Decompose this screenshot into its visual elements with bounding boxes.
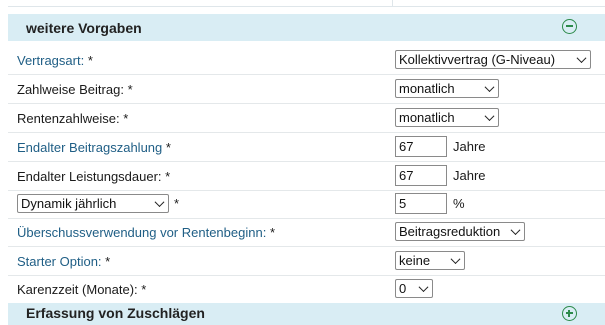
endalter-beitragszahlung-input[interactable]: 67 xyxy=(395,136,447,157)
label-vertragsart: Vertragsart: * xyxy=(17,53,93,68)
label-starter-option: Starter Option: * xyxy=(17,254,111,269)
label-rentenzahlweise: Rentenzahlweise: * xyxy=(17,111,129,126)
chevron-down-icon xyxy=(510,225,521,236)
unit-jahre: Jahre xyxy=(453,139,486,154)
chevron-down-icon xyxy=(576,53,587,64)
chevron-down-icon xyxy=(484,111,495,122)
row-rentenzahlweise: Rentenzahlweise: * monatlich xyxy=(8,104,605,133)
unit-percent: % xyxy=(453,196,465,211)
label-karenzzeit: Karenzzeit (Monate): * xyxy=(17,282,147,297)
dynamik-select[interactable]: Dynamik jährlich xyxy=(17,194,169,213)
ueberschussverwendung-select[interactable]: Beitragsreduktion xyxy=(395,222,525,241)
label-endalter-leistungsdauer: Endalter Leistungsdauer: * xyxy=(17,169,171,184)
section-header-erfassung-von-zuschlaegen[interactable]: Erfassung von Zuschlägen xyxy=(8,303,605,325)
collapse-minus-icon[interactable] xyxy=(562,19,577,34)
row-ueberschussverwendung: Überschussverwendung vor Rentenbeginn: *… xyxy=(8,218,605,247)
unit-jahre: Jahre xyxy=(453,168,486,183)
chevron-down-icon xyxy=(418,282,429,293)
rentenzahlweise-select[interactable]: monatlich xyxy=(395,108,499,127)
row-endalter-leistungsdauer: Endalter Leistungsdauer: * 67 Jahre xyxy=(8,162,605,191)
section-header-weitere-vorgaben[interactable]: weitere Vorgaben xyxy=(8,14,605,41)
endalter-leistungsdauer-input[interactable]: 67 xyxy=(395,165,447,186)
row-dynamik: Dynamik jährlich * 5 % xyxy=(8,190,605,219)
section-title: weitere Vorgaben xyxy=(26,20,142,36)
dynamik-input[interactable]: 5 xyxy=(395,193,447,214)
chevron-down-icon xyxy=(484,82,495,93)
row-karenzzeit: Karenzzeit (Monate): * 0 xyxy=(8,275,605,304)
starter-option-select[interactable]: keine xyxy=(395,251,465,270)
zahlweise-beitrag-select[interactable]: monatlich xyxy=(395,79,499,98)
label-zahlweise-beitrag: Zahlweise Beitrag: * xyxy=(17,82,133,97)
row-zahlweise-beitrag: Zahlweise Beitrag: * monatlich xyxy=(8,75,605,104)
section-title: Erfassung von Zuschlägen xyxy=(26,305,205,321)
row-endalter-beitragszahlung: Endalter Beitragszahlung * 67 Jahre xyxy=(8,133,605,162)
karenzzeit-select[interactable]: 0 xyxy=(395,279,433,298)
expand-plus-icon[interactable] xyxy=(562,306,577,321)
chevron-down-icon xyxy=(450,254,461,265)
chevron-down-icon xyxy=(154,197,165,208)
label-ueberschussverwendung: Überschussverwendung vor Rentenbeginn: * xyxy=(17,225,276,240)
required-star: * xyxy=(174,196,180,211)
row-vertragsart: Vertragsart: * Kollektivvertrag (G-Nivea… xyxy=(8,46,605,75)
top-divider xyxy=(8,0,605,7)
vertragsart-select[interactable]: Kollektivvertrag (G-Niveau) xyxy=(395,50,591,69)
label-endalter-beitragszahlung: Endalter Beitragszahlung * xyxy=(17,140,171,155)
row-starter-option: Starter Option: * keine xyxy=(8,247,605,276)
